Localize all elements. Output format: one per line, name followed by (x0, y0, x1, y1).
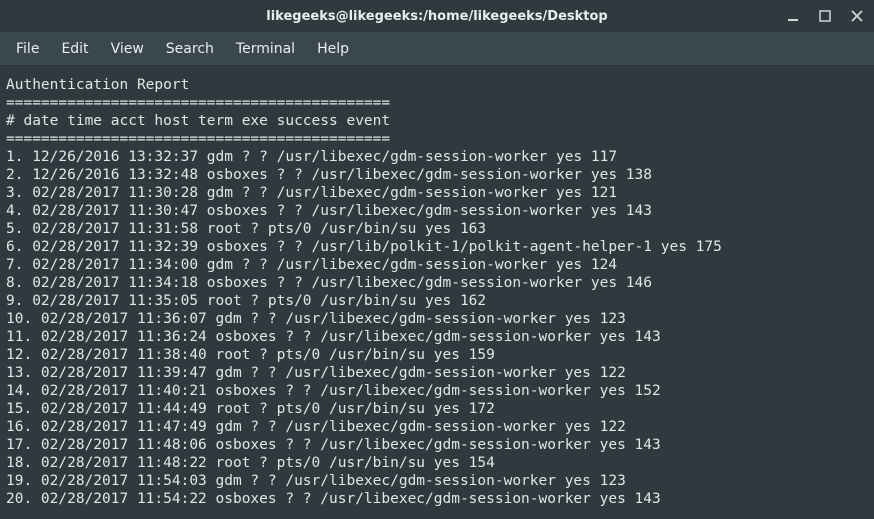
menu-view[interactable]: View (101, 37, 154, 61)
report-row: 17. 02/28/2017 11:48:06 osboxes ? ? /usr… (6, 436, 868, 454)
report-header: # date time acct host term exe success e… (6, 112, 868, 130)
menu-search[interactable]: Search (156, 37, 224, 61)
menu-file[interactable]: File (6, 37, 49, 61)
report-row: 1. 12/26/2016 13:32:37 gdm ? ? /usr/libe… (6, 148, 868, 166)
minimize-button[interactable] (784, 7, 802, 25)
report-separator: ========================================… (6, 94, 868, 112)
terminal-output[interactable]: Authentication Report===================… (0, 66, 874, 519)
report-row: 18. 02/28/2017 11:48:22 root ? pts/0 /us… (6, 454, 868, 472)
report-row: 16. 02/28/2017 11:47:49 gdm ? ? /usr/lib… (6, 418, 868, 436)
report-row: 13. 02/28/2017 11:39:47 gdm ? ? /usr/lib… (6, 364, 868, 382)
maximize-icon (819, 10, 831, 22)
report-row: 4. 02/28/2017 11:30:47 osboxes ? ? /usr/… (6, 202, 868, 220)
report-row: 2. 12/26/2016 13:32:48 osboxes ? ? /usr/… (6, 166, 868, 184)
close-button[interactable] (848, 7, 866, 25)
report-title: Authentication Report (6, 76, 868, 94)
report-row: 15. 02/28/2017 11:44:49 root ? pts/0 /us… (6, 400, 868, 418)
report-row: 8. 02/28/2017 11:34:18 osboxes ? ? /usr/… (6, 274, 868, 292)
titlebar: likegeeks@likegeeks:/home/likegeeks/Desk… (0, 0, 874, 32)
report-row: 6. 02/28/2017 11:32:39 osboxes ? ? /usr/… (6, 238, 868, 256)
close-icon (851, 10, 863, 22)
report-row: 10. 02/28/2017 11:36:07 gdm ? ? /usr/lib… (6, 310, 868, 328)
report-row: 9. 02/28/2017 11:35:05 root ? pts/0 /usr… (6, 292, 868, 310)
report-row: 5. 02/28/2017 11:31:58 root ? pts/0 /usr… (6, 220, 868, 238)
menubar: File Edit View Search Terminal Help (0, 32, 874, 66)
report-row: 3. 02/28/2017 11:30:28 gdm ? ? /usr/libe… (6, 184, 868, 202)
window-title: likegeeks@likegeeks:/home/likegeeks/Desk… (266, 9, 607, 24)
menu-edit[interactable]: Edit (51, 37, 98, 61)
report-row: 7. 02/28/2017 11:34:00 gdm ? ? /usr/libe… (6, 256, 868, 274)
menu-help[interactable]: Help (307, 37, 359, 61)
report-row: 20. 02/28/2017 11:54:22 osboxes ? ? /usr… (6, 490, 868, 508)
maximize-button[interactable] (816, 7, 834, 25)
report-row: 19. 02/28/2017 11:54:03 gdm ? ? /usr/lib… (6, 472, 868, 490)
minimize-icon (787, 10, 799, 22)
report-separator: ========================================… (6, 130, 868, 148)
report-row: 12. 02/28/2017 11:38:40 root ? pts/0 /us… (6, 346, 868, 364)
terminal-window: likegeeks@likegeeks:/home/likegeeks/Desk… (0, 0, 874, 519)
window-controls (784, 0, 866, 32)
menu-terminal[interactable]: Terminal (226, 37, 305, 61)
report-row: 11. 02/28/2017 11:36:24 osboxes ? ? /usr… (6, 328, 868, 346)
report-row: 14. 02/28/2017 11:40:21 osboxes ? ? /usr… (6, 382, 868, 400)
